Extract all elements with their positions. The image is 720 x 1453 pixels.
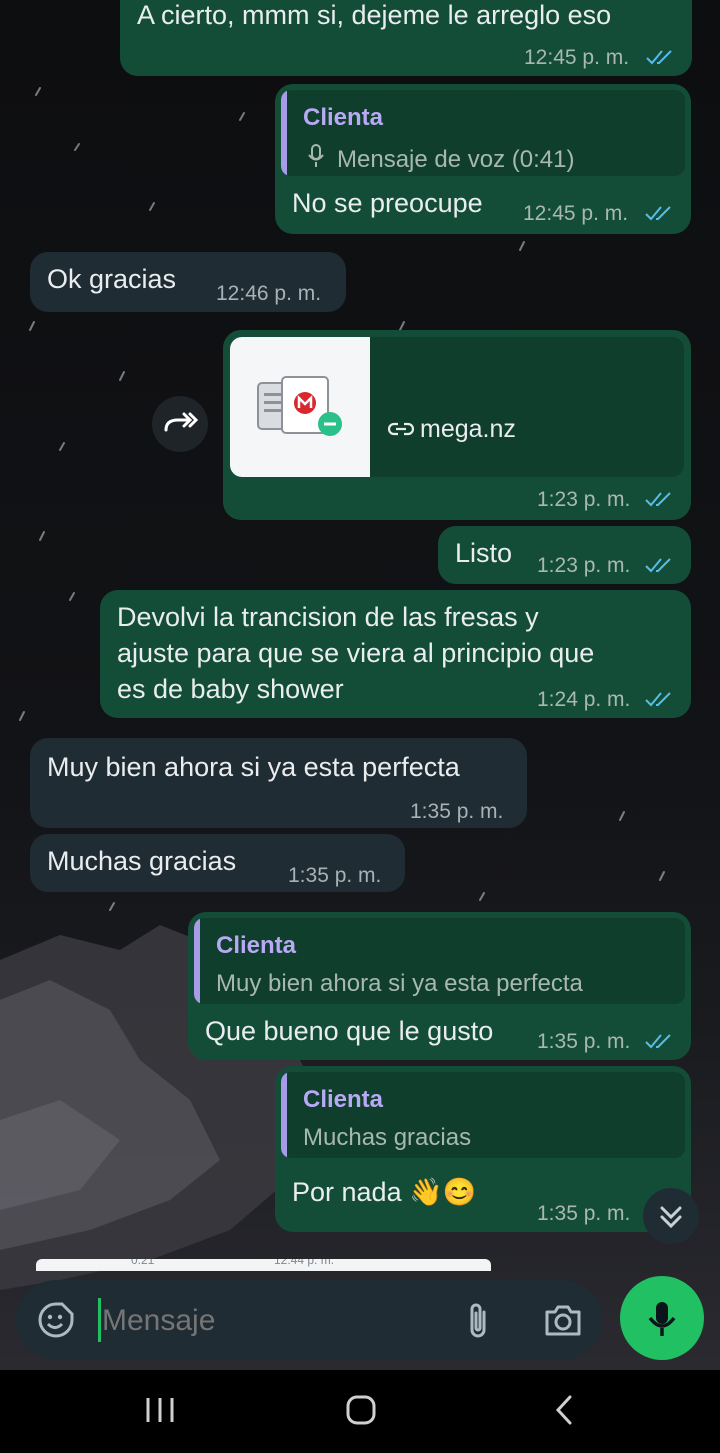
message-outgoing[interactable]: Clienta Mensaje de voz (0:41) No se preo… [275, 84, 691, 234]
message-text-line: es de baby shower [117, 674, 344, 704]
back-icon[interactable] [544, 1392, 584, 1432]
message-text-line: Devolvi la trancision de las fresas y [117, 602, 539, 632]
scroll-down-button[interactable] [643, 1188, 699, 1244]
message-time: 1:35 p. m. [410, 800, 504, 823]
message-outgoing[interactable]: Listo 1:23 p. m. [438, 526, 691, 584]
message-time: 1:35 p. m. [537, 1030, 631, 1053]
message-time: 1:23 p. m. [537, 488, 631, 511]
reply-quote[interactable]: Clienta Mensaje de voz (0:41) [281, 90, 685, 176]
link-preview-card[interactable]: mega.nz [230, 337, 684, 477]
quote-accent-bar [281, 1072, 287, 1158]
message-time: 1:35 p. m. [288, 864, 382, 887]
system-navigation-bar [0, 1370, 720, 1453]
sticker-emoji-icon[interactable] [36, 1300, 76, 1340]
link-domain[interactable]: mega.nz [420, 415, 516, 444]
home-icon[interactable] [341, 1392, 381, 1432]
message-time: 12:46 p. m. [216, 282, 322, 305]
message-text: No se preocupe [292, 188, 483, 218]
forward-icon [164, 412, 199, 432]
recent-apps-icon[interactable] [140, 1392, 180, 1432]
message-text: Muy bien ahora si ya esta perfecta [47, 752, 460, 782]
quote-author: Clienta [216, 932, 297, 959]
partial-duration: 0:21 [131, 1259, 155, 1267]
microphone-small-icon [308, 144, 324, 167]
message-input-bar [16, 1280, 602, 1360]
quote-accent-bar [281, 90, 287, 176]
message-time: 1:23 p. m. [537, 554, 631, 577]
message-text: Que bueno que le gusto [205, 1016, 494, 1046]
message-text: A cierto, mmm si, dejeme le arreglo eso [137, 0, 612, 30]
message-outgoing[interactable]: A cierto, mmm si, dejeme le arreglo eso … [120, 0, 692, 76]
quote-author: Clienta [303, 1086, 384, 1113]
link-icon [388, 422, 414, 436]
message-text-line: ajuste para que se viera al principio qu… [117, 638, 595, 668]
message-time: 12:45 p. m. [523, 202, 629, 225]
quote-text: Muy bien ahora si ya esta perfecta [216, 970, 583, 997]
quote-text: Mensaje de voz (0:41) [337, 146, 575, 173]
message-text: Por nada 👋😊 [292, 1177, 477, 1207]
read-receipt-icon [645, 692, 671, 707]
message-input[interactable] [100, 1298, 434, 1344]
scroll-down-icon [660, 1206, 682, 1229]
link-thumbnail [230, 337, 370, 477]
read-receipt-icon [646, 50, 672, 65]
reply-quote[interactable]: Clienta Muy bien ahora si ya esta perfec… [194, 918, 685, 1004]
microphone-icon [648, 1302, 676, 1336]
read-receipt-icon [645, 206, 671, 221]
mega-logo-icon [257, 376, 342, 436]
message-time: 1:24 p. m. [537, 688, 631, 711]
read-receipt-icon [645, 492, 671, 507]
message-outgoing[interactable]: Clienta Muchas gracias Por nada 👋😊 1:35 … [275, 1066, 691, 1232]
paperclip-icon[interactable] [464, 1300, 494, 1340]
message-outgoing-link[interactable]: mega.nz 1:23 p. m. [223, 330, 691, 520]
message-text: Listo [455, 538, 513, 568]
camera-icon[interactable] [543, 1300, 583, 1340]
quote-author: Clienta [303, 104, 384, 131]
message-text: Ok gracias [47, 264, 177, 294]
message-outgoing[interactable]: Devolvi la trancision de las fresas y aj… [100, 590, 691, 718]
message-text: Muchas gracias [47, 846, 237, 876]
read-receipt-icon [645, 558, 671, 573]
message-incoming[interactable]: Muchas gracias 1:35 p. m. [30, 834, 405, 892]
partial-time: 12:44 p. m. [274, 1259, 335, 1267]
message-outgoing[interactable]: Clienta Muy bien ahora si ya esta perfec… [188, 912, 691, 1060]
reply-quote[interactable]: Clienta Muchas gracias [281, 1072, 685, 1158]
message-partial-preview[interactable]: 0:21 12:44 p. m. [36, 1259, 491, 1271]
forward-button[interactable] [152, 396, 208, 452]
message-incoming[interactable]: Ok gracias 12:46 p. m. [30, 252, 346, 312]
read-receipt-icon [645, 1034, 671, 1049]
quote-text: Muchas gracias [303, 1124, 472, 1151]
message-incoming[interactable]: Muy bien ahora si ya esta perfecta 1:35 … [30, 738, 527, 828]
message-time: 12:45 p. m. [524, 46, 630, 69]
voice-record-button[interactable] [620, 1276, 704, 1360]
quote-accent-bar [194, 918, 200, 1004]
message-time: 1:35 p. m. [537, 1202, 631, 1225]
